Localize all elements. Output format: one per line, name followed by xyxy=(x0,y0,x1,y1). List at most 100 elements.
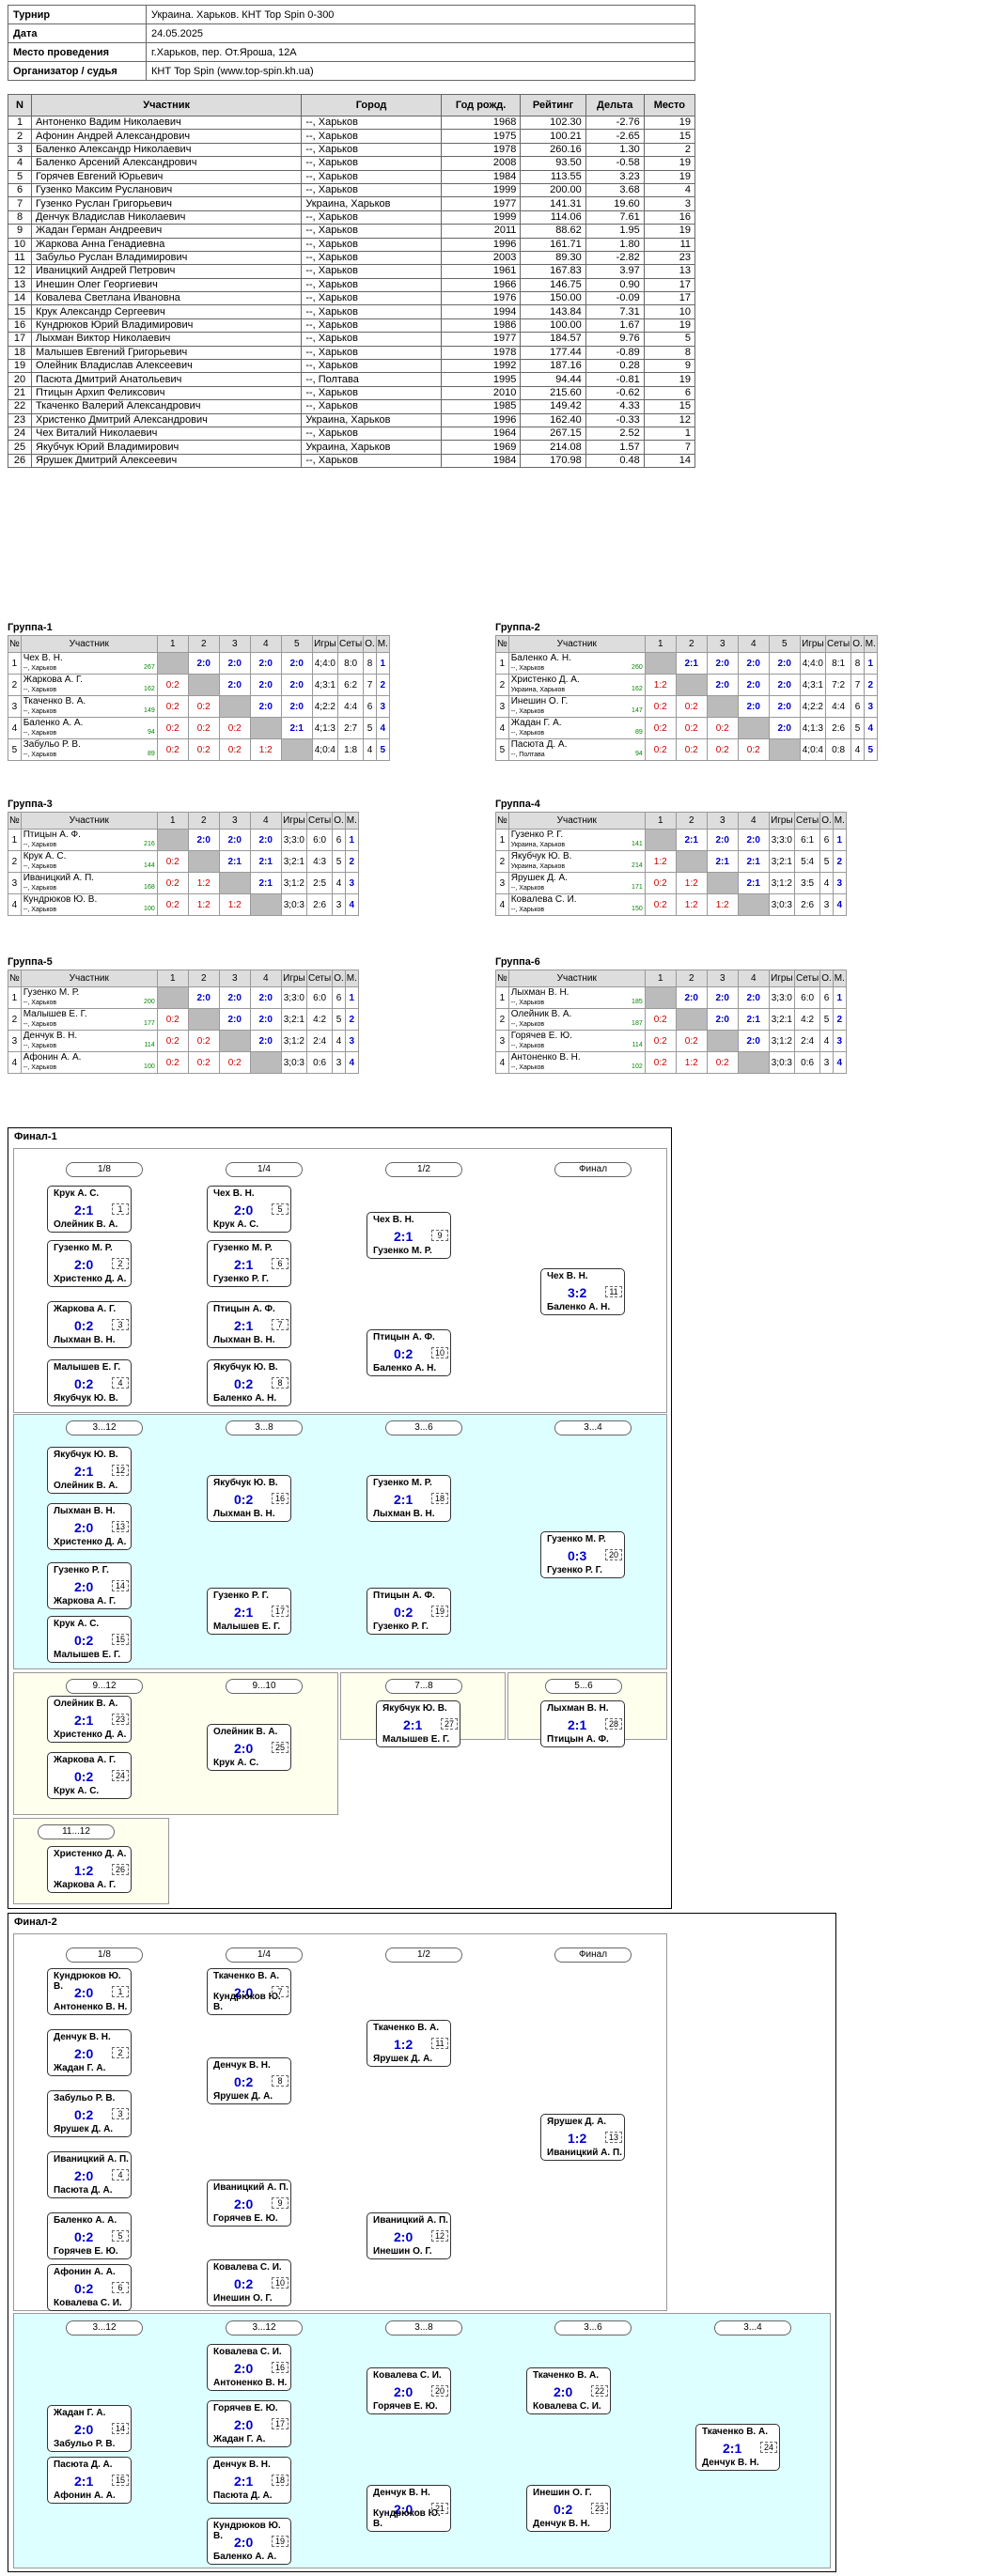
group-score: 0:2 xyxy=(156,695,189,718)
match-box: Пасюта Д. А. 2:1 Афонин А. А. 15 xyxy=(47,2457,132,2504)
group-score: 2:0 xyxy=(249,652,282,675)
group-score xyxy=(218,872,251,894)
group-player-rating: 149 xyxy=(144,706,155,714)
group-player-city: --, Харьков xyxy=(23,686,57,693)
match-player-2: Гузенко Р. Г. xyxy=(213,1274,269,1284)
group-player-rating: 260 xyxy=(632,663,643,671)
group-score: 0:2 xyxy=(644,1008,677,1031)
player-cell: 1961 xyxy=(440,264,522,279)
group-score: 2:1 xyxy=(706,850,739,873)
group-col-header: М. xyxy=(832,812,847,830)
player-row: 11 Забульо Руслан Владимирович --, Харьков… xyxy=(8,250,696,266)
player-cell: 10 xyxy=(643,304,696,319)
group-score: 1:2 xyxy=(187,893,220,916)
match-score: 2:0 xyxy=(234,1741,254,1756)
player-row: 22 Ткаченко Валерий Александрович --, Харь… xyxy=(8,399,696,414)
group-score: 0:2 xyxy=(156,850,189,873)
group-header-row: № Участник 1 2 3 4 Игры Сеты О. М. xyxy=(8,812,359,830)
match-player-1: Иваницкий А. П. xyxy=(54,2154,129,2165)
round-label: 11...12 xyxy=(38,1824,115,1839)
match-box: Птицын А. Ф. 0:2 Баленко А. Н. 10 xyxy=(367,1329,451,1376)
player-cell: 114.06 xyxy=(520,209,586,225)
group-player: Жаркова А. Г. --, Харьков 162 xyxy=(20,674,158,696)
group-score: 0:2 xyxy=(156,893,189,916)
group-row: 5 Забульо Р. В. --, Харьков 89 0:2 0:2 0:2 1:2… xyxy=(8,738,390,761)
player-cell: 2 xyxy=(643,142,696,158)
player-row: 17 Лыхман Виктор Николаевич --, Харьков 197… xyxy=(8,332,696,347)
group-row: 2 Христенко Д. А. Украина, Харьков 162 1:2 2… xyxy=(495,674,878,696)
match-player-1: Крук А. С. xyxy=(54,1619,100,1629)
group-score-value: 2:0 xyxy=(746,679,760,691)
player-row: 26 Ярушек Дмитрий Алексеевич --, Харьков 19… xyxy=(8,453,696,469)
match-score: 2:1 xyxy=(234,2474,254,2489)
group-score: 2:0 xyxy=(737,986,770,1009)
group-row: 2 Малышев Е. Г. --, Харьков 177 0:2 2:0 2:0 3;… xyxy=(8,1008,359,1031)
player-cell: Горячев Евгений Юрьевич xyxy=(30,169,303,184)
match-player-1: Лыхман В. Н. xyxy=(547,1703,609,1714)
group-player-name: Антоненко В. Н. xyxy=(510,1051,581,1063)
group-title: Группа-2 xyxy=(495,622,540,633)
group-score xyxy=(737,1051,770,1074)
group-player-city: --, Харьков xyxy=(23,999,57,1006)
group-points: 3 xyxy=(819,893,834,916)
match-id: 27 xyxy=(441,1718,458,1730)
group-score: 0:2 xyxy=(187,717,220,739)
match-player-2: Баленко А. Н. xyxy=(547,1302,611,1312)
player-cell: 14 xyxy=(8,291,32,306)
group-score: 1:2 xyxy=(249,738,282,761)
round-label: 5...6 xyxy=(545,1679,622,1694)
match-score: 2:0 xyxy=(234,1203,254,1218)
group-player-name: Горячев Е. Ю. xyxy=(510,1030,572,1041)
group-player-name: Баленко А. А. xyxy=(23,717,84,728)
group-header-row: № Участник 1 2 3 4 Игры Сеты О. М. xyxy=(495,970,847,987)
group-col-header: Участник xyxy=(507,970,646,987)
players-col-header: Год рожд. xyxy=(440,94,522,116)
group-points: 3 xyxy=(819,1051,834,1074)
group-score: 0:2 xyxy=(156,717,189,739)
group-score: 2:0 xyxy=(187,829,220,851)
date-label: Дата xyxy=(8,23,147,43)
match-box: Чех В. Н. 2:0 Крук А. С. 5 xyxy=(207,1186,291,1233)
group-place: 5 xyxy=(863,738,878,761)
match-box: Гузенко Р. Г. 2:0 Жаркова А. Г. 14 xyxy=(47,1562,132,1609)
group-col-header: О. xyxy=(332,812,346,830)
player-cell: 1968 xyxy=(440,115,522,131)
match-id: 1 xyxy=(112,1986,129,1997)
group-games: 4;1:3 xyxy=(799,717,826,739)
group-score: 2:0 xyxy=(218,1008,251,1031)
group-player-name: Чех В. Н. xyxy=(23,652,63,663)
group-score xyxy=(218,1030,251,1052)
group-games: 3;3:0 xyxy=(280,829,307,851)
group-score-value: 2:0 xyxy=(196,834,211,846)
group-score-value: 0:2 xyxy=(653,701,667,712)
match-id: 13 xyxy=(112,1521,129,1532)
round-label: 3...12 xyxy=(66,2320,143,2335)
player-cell: 26 xyxy=(8,453,32,469)
player-cell: 1984 xyxy=(440,453,522,469)
match-id: 14 xyxy=(112,1580,129,1591)
player-cell: 5 xyxy=(8,169,32,184)
group-score-value: 1:2 xyxy=(258,744,273,755)
group-player: Ковалева С. И. --, Харьков 150 xyxy=(507,893,646,916)
player-cell: 177.44 xyxy=(520,345,586,361)
group-score-value: 2:1 xyxy=(715,856,729,867)
match-player-1: Ткаченко В. А. xyxy=(533,2370,599,2381)
group-score xyxy=(218,695,251,718)
match-box: Иваницкий А. П. 2:0 Горячев Е. Ю. 9 xyxy=(207,2180,291,2227)
group-place: 3 xyxy=(344,872,359,894)
match-player-1: Лыхман В. Н. xyxy=(54,1506,116,1516)
group-player-name: Малышев Е. Г. xyxy=(23,1008,87,1019)
group-score-value: 0:2 xyxy=(165,722,179,734)
player-row: 2 Афонин Андрей Александрович --, Харьков 1… xyxy=(8,129,696,144)
group-table: № Участник 1 2 3 4 Игры Сеты О. М. 1 Лыхман В. Н. --… xyxy=(495,970,847,1074)
match-box: Крук А. С. 2:1 Олейник В. А. 1 xyxy=(47,1186,132,1233)
group-score xyxy=(249,893,282,916)
player-cell: 1.57 xyxy=(585,440,645,455)
group-place: 1 xyxy=(375,652,390,675)
group-score-value: 2:0 xyxy=(196,658,211,669)
group-player: Олейник В. А. --, Харьков 187 xyxy=(507,1008,646,1031)
group-score-value: 0:2 xyxy=(653,722,667,734)
group-player: Кундрюков Ю. В. --, Харьков 100 xyxy=(20,893,158,916)
group-col-header: 4 xyxy=(249,812,282,830)
group-score xyxy=(187,850,220,873)
